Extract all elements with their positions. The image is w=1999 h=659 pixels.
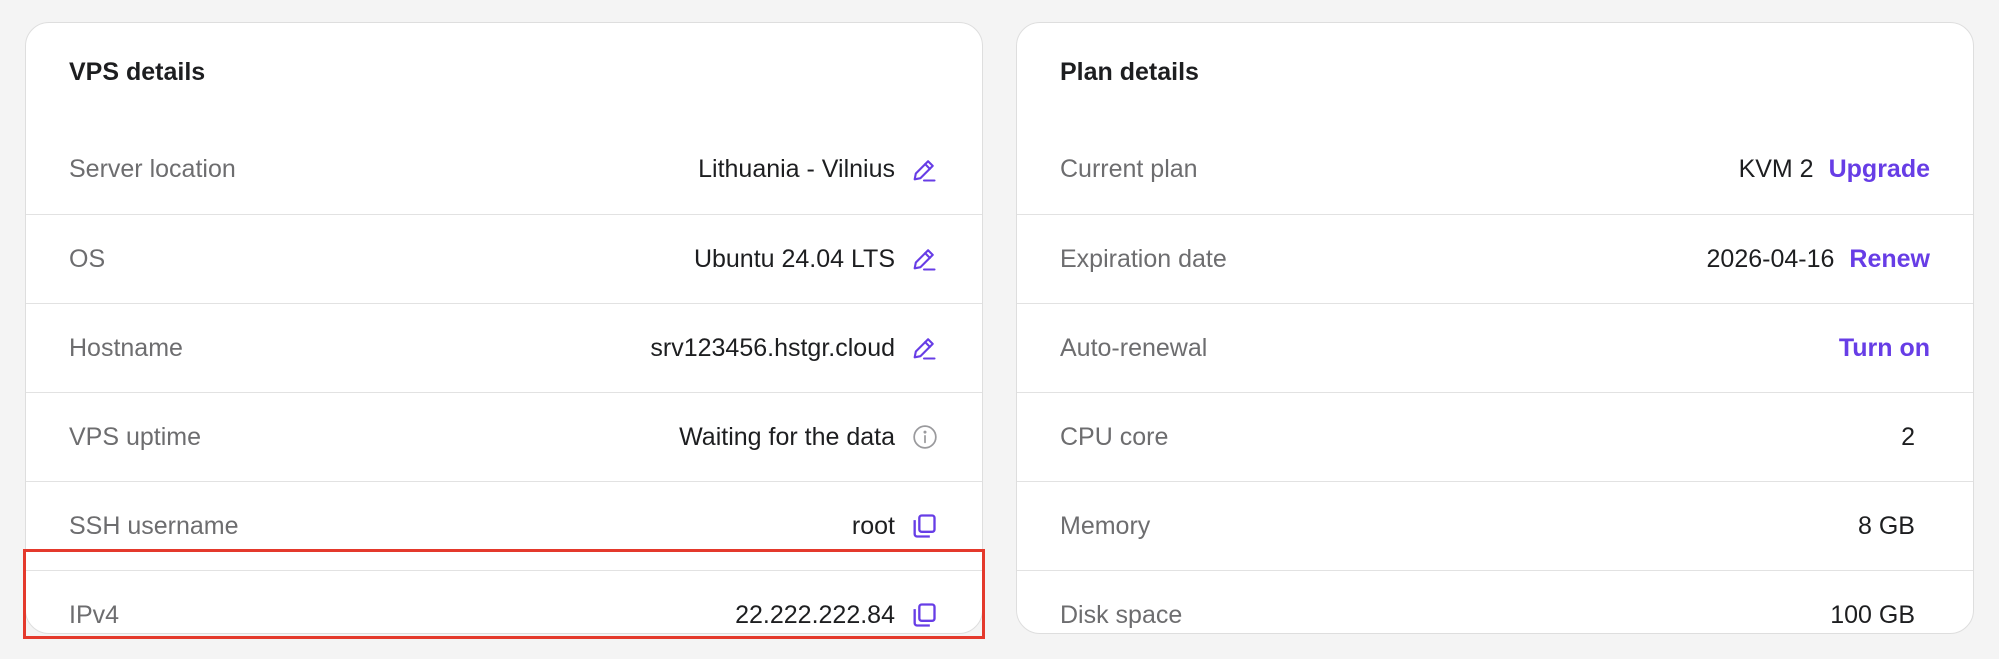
vps-uptime-label: VPS uptime bbox=[69, 422, 202, 451]
pencil-icon[interactable] bbox=[909, 244, 939, 274]
current-plan-value: KVM 2 bbox=[1738, 155, 1814, 183]
server-location-row: Server location Lithuania - Vilnius bbox=[26, 125, 982, 214]
current-plan-row: Current plan KVM 2 Upgrade bbox=[1017, 125, 1973, 214]
auto-renewal-row: Auto-renewal Turn on bbox=[1017, 303, 1973, 392]
ssh-username-label: SSH username bbox=[69, 511, 239, 540]
vps-uptime-value: Waiting for the data bbox=[679, 422, 895, 451]
cpu-core-value: 2 bbox=[1901, 422, 1915, 451]
upgrade-link[interactable]: Upgrade bbox=[1829, 155, 1930, 184]
disk-space-label: Disk space bbox=[1060, 600, 1183, 629]
ipv4-value: 22.222.222.84 bbox=[735, 600, 895, 629]
turn-on-link[interactable]: Turn on bbox=[1839, 334, 1930, 363]
cpu-core-label: CPU core bbox=[1060, 422, 1169, 451]
info-icon[interactable] bbox=[911, 423, 939, 451]
current-plan-label: Current plan bbox=[1060, 155, 1198, 183]
os-label: OS bbox=[69, 244, 106, 273]
os-row: OS Ubuntu 24.04 LTS bbox=[26, 214, 982, 303]
copy-icon[interactable] bbox=[909, 511, 939, 541]
vps-details-title: VPS details bbox=[69, 58, 206, 86]
pencil-icon[interactable] bbox=[909, 333, 939, 363]
auto-renewal-label: Auto-renewal bbox=[1060, 333, 1208, 362]
expiration-date-label: Expiration date bbox=[1060, 244, 1227, 273]
expiration-date-value: 2026-04-16 bbox=[1706, 244, 1835, 273]
copy-icon[interactable] bbox=[909, 600, 939, 630]
memory-value: 8 GB bbox=[1858, 511, 1915, 540]
memory-row: Memory 8 GB bbox=[1017, 481, 1973, 570]
server-location-label: Server location bbox=[69, 155, 236, 183]
ssh-username-row: SSH username root bbox=[26, 481, 982, 570]
pencil-icon[interactable] bbox=[909, 155, 939, 185]
server-location-value: Lithuania - Vilnius bbox=[698, 155, 895, 183]
hostname-label: Hostname bbox=[69, 333, 183, 362]
expiration-date-row: Expiration date 2026-04-16 Renew bbox=[1017, 214, 1973, 303]
vps-uptime-row: VPS uptime Waiting for the data bbox=[26, 392, 982, 481]
ssh-username-value: root bbox=[851, 511, 895, 540]
disk-space-value: 100 GB bbox=[1830, 600, 1915, 629]
plan-details-card: Plan details Current plan KVM 2 Upgrade … bbox=[1016, 22, 1974, 634]
cpu-core-row: CPU core 2 bbox=[1017, 392, 1973, 481]
vps-details-card: VPS details Server location Lithuania - … bbox=[25, 22, 983, 634]
plan-details-title: Plan details bbox=[1060, 58, 1199, 86]
renew-link[interactable]: Renew bbox=[1849, 245, 1930, 274]
ipv4-label: IPv4 bbox=[69, 600, 120, 629]
memory-label: Memory bbox=[1060, 511, 1151, 540]
ipv4-row: IPv4 22.222.222.84 bbox=[26, 570, 982, 633]
os-value: Ubuntu 24.04 LTS bbox=[693, 244, 895, 273]
disk-space-row: Disk space 100 GB bbox=[1017, 570, 1973, 633]
hostname-row: Hostname srv123456.hstgr.cloud bbox=[26, 303, 982, 392]
hostname-value: srv123456.hstgr.cloud bbox=[650, 333, 895, 362]
